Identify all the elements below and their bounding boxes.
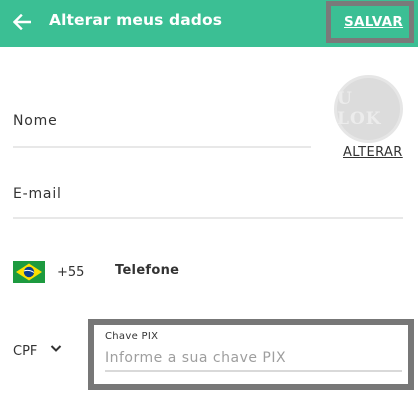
chevron-down-icon <box>50 345 62 352</box>
name-field-label: Nome <box>13 113 58 129</box>
country-flag-button[interactable] <box>13 261 45 283</box>
email-field[interactable] <box>13 217 403 219</box>
pix-key-input[interactable] <box>105 346 402 372</box>
name-field[interactable] <box>13 146 311 148</box>
page-title: Alterar meus dados <box>49 11 223 29</box>
pix-field-label: Chave PIX <box>105 331 159 342</box>
brazil-flag-icon <box>13 261 45 283</box>
avatar-initials: U LOK <box>337 89 382 129</box>
dial-code: +55 <box>57 265 85 280</box>
back-button[interactable] <box>9 8 35 36</box>
avatar[interactable]: U LOK <box>334 75 403 143</box>
email-field-label: E-mail <box>13 186 62 202</box>
arrow-left-icon <box>13 14 31 30</box>
document-type-value: CPF <box>13 343 38 359</box>
change-avatar-link[interactable]: ALTERAR <box>343 145 403 160</box>
save-button[interactable]: SALVAR <box>344 14 403 30</box>
phone-field[interactable]: Telefone <box>115 263 179 278</box>
document-type-select[interactable]: CPF <box>13 341 68 361</box>
